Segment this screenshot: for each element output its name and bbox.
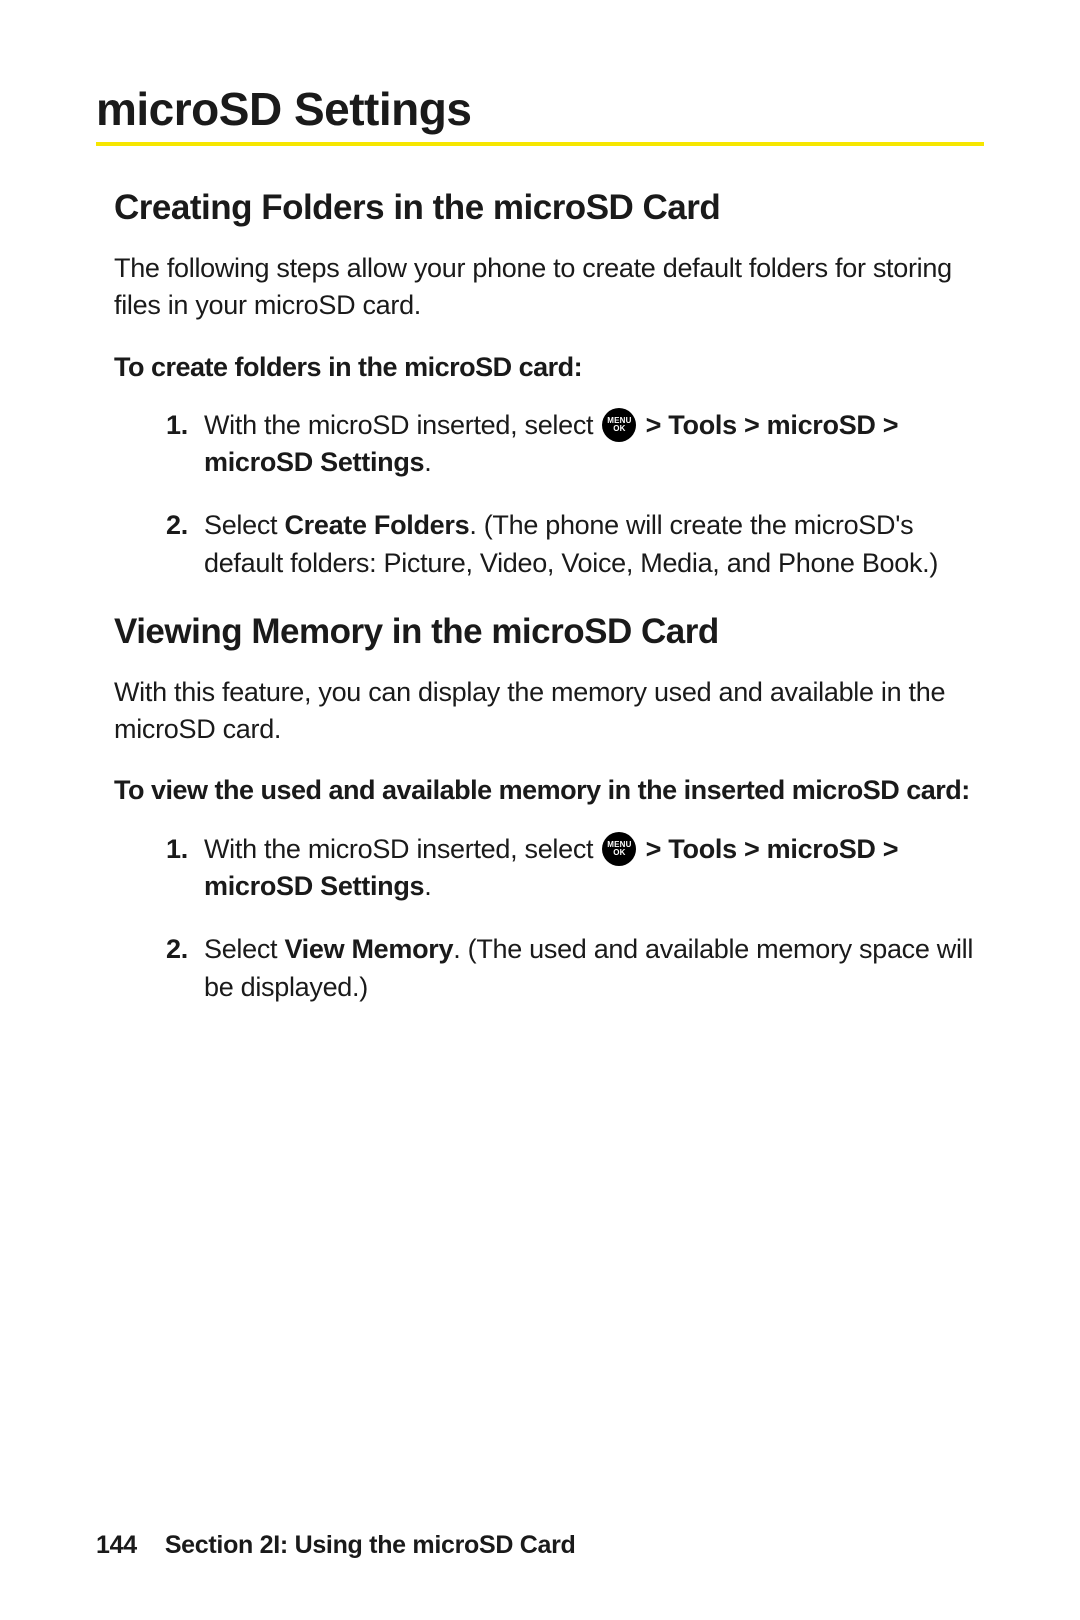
intro-paragraph: With this feature, you can display the m… bbox=[114, 674, 974, 749]
page-footer: 144 Section 2I: Using the microSD Card bbox=[96, 1531, 576, 1560]
step-text-bold: View Memory bbox=[284, 934, 453, 964]
section-heading-view-memory: Viewing Memory in the microSD Card bbox=[114, 612, 984, 652]
step-text: Select bbox=[204, 934, 284, 964]
page-title: microSD Settings bbox=[96, 82, 984, 136]
step-item: With the microSD inserted, select MENUOK… bbox=[166, 831, 976, 906]
manual-page: microSD Settings Creating Folders in the… bbox=[0, 0, 1080, 1620]
step-item: Select View Memory. (The used and availa… bbox=[166, 931, 976, 1006]
step-text: With the microSD inserted, select bbox=[204, 834, 600, 864]
procedure-lead: To create folders in the microSD card: bbox=[114, 349, 984, 385]
step-item: Select Create Folders. (The phone will c… bbox=[166, 507, 976, 582]
intro-paragraph: The following steps allow your phone to … bbox=[114, 250, 974, 325]
section-label: Section 2I: Using the microSD Card bbox=[165, 1531, 576, 1559]
step-text: Select bbox=[204, 510, 284, 540]
menu-ok-icon: MENUOK bbox=[602, 408, 636, 442]
step-text: . bbox=[424, 447, 431, 477]
step-text: . bbox=[424, 871, 431, 901]
step-text-bold: Create Folders bbox=[284, 510, 469, 540]
steps-list: With the microSD inserted, select MENUOK… bbox=[166, 407, 976, 582]
section-heading-create-folders: Creating Folders in the microSD Card bbox=[114, 188, 984, 228]
step-item: With the microSD inserted, select MENUOK… bbox=[166, 407, 976, 482]
procedure-lead: To view the used and available memory in… bbox=[114, 772, 984, 808]
menu-ok-icon: MENUOK bbox=[602, 832, 636, 866]
step-text: With the microSD inserted, select bbox=[204, 410, 600, 440]
steps-list: With the microSD inserted, select MENUOK… bbox=[166, 831, 976, 1006]
page-number: 144 bbox=[96, 1531, 137, 1559]
title-underline bbox=[96, 142, 984, 146]
